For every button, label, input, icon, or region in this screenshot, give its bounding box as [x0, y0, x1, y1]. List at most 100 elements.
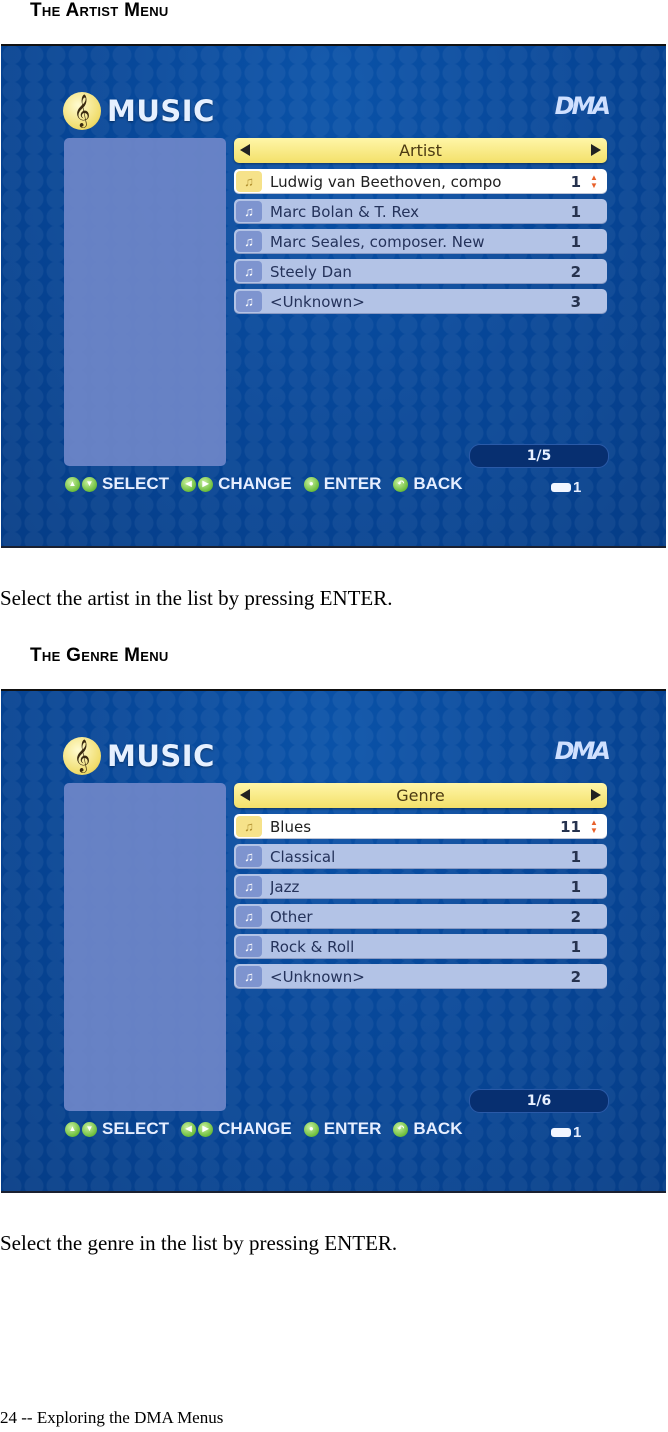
item-count: 2	[570, 967, 581, 986]
artist-menu-screenshot: 𝄞 MUSIC DMA Artist ♫ Ludwig van Beethoven…	[1, 44, 666, 548]
hint-select: SELECT	[102, 474, 170, 493]
item-count: 2	[570, 907, 581, 926]
app-title: MUSIC	[107, 94, 215, 128]
music-logo: 𝄞 MUSIC	[63, 92, 215, 130]
list-item[interactable]: ♫ Blues 11 ▲ ▼	[234, 814, 607, 839]
hint-back: BACK	[413, 1119, 463, 1138]
back-button-icon: ↶	[393, 476, 409, 492]
item-name: Marc Seales, composer. New	[270, 232, 485, 251]
list-item[interactable]: ♫ Rock & Roll 1	[234, 934, 607, 959]
list-item[interactable]: ♫ <Unknown> 2	[234, 964, 607, 989]
page-footer: 24 -- Exploring the DMA Menus	[0, 1408, 224, 1427]
hint-enter: ENTER	[323, 1119, 382, 1138]
enter-button-icon: ●	[303, 476, 319, 492]
item-name: Rock & Roll	[270, 937, 355, 956]
item-count: 1	[570, 232, 581, 251]
item-count: 2	[570, 262, 581, 281]
item-name: Ludwig van Beethoven, compo	[270, 172, 502, 191]
artist-list: ♫ Ludwig van Beethoven, compo 1 ▲ ▼ ♫ Marc Bol…	[234, 169, 607, 319]
list-item[interactable]: ♫ Other 2	[234, 904, 607, 929]
music-folder-icon: ♫	[236, 966, 262, 987]
item-name: Blues	[270, 817, 312, 836]
section-heading-artist: The Artist Menu	[30, 0, 169, 21]
item-name: Steely Dan	[270, 262, 352, 281]
list-item[interactable]: ♫ Ludwig van Beethoven, compo 1 ▲ ▼	[234, 169, 607, 194]
list-item[interactable]: ♫ Jazz 1	[234, 874, 607, 899]
right-arrow-icon[interactable]	[591, 789, 601, 801]
music-folder-icon: ♫	[236, 936, 262, 957]
page-indicator: 1/6	[469, 1089, 609, 1113]
item-name: Jazz	[270, 877, 300, 896]
item-count: 3	[570, 292, 581, 311]
up-button-icon: ▲	[65, 476, 80, 492]
item-count: 1	[570, 847, 581, 866]
music-folder-icon: ♫	[236, 906, 262, 927]
button-hints: ▲ ▼ SELECT ◀ ▶ CHANGE ● ENTER ↶ BACK	[65, 1119, 474, 1139]
brand-logo: DMA	[554, 92, 611, 120]
right-button-icon: ▶	[198, 476, 214, 492]
right-arrow-icon[interactable]	[591, 144, 601, 156]
back-button-icon: ↶	[393, 1121, 409, 1137]
disc-indicator: 1	[551, 1124, 581, 1141]
music-folder-icon: ♫	[236, 201, 262, 222]
list-item[interactable]: ♫ Steely Dan 2	[234, 259, 607, 284]
item-count: 11	[560, 817, 581, 836]
music-folder-icon: ♫	[236, 261, 262, 282]
item-count: 1	[570, 172, 581, 191]
up-down-arrows-icon: ▲ ▼	[590, 172, 598, 190]
music-folder-icon: ♫	[236, 231, 262, 252]
left-button-icon: ◀	[181, 476, 197, 492]
section-heading-genre: The Genre Menu	[30, 645, 169, 666]
disc-number: 1	[573, 1124, 582, 1141]
item-name: Other	[270, 907, 313, 926]
list-item[interactable]: ♫ Marc Bolan & T. Rex 1	[234, 199, 607, 224]
right-button-icon: ▶	[198, 1121, 214, 1137]
page-indicator: 1/5	[469, 444, 609, 468]
item-name: Marc Bolan & T. Rex	[270, 202, 420, 221]
music-folder-icon: ♫	[236, 171, 262, 192]
disc-indicator: 1	[551, 479, 581, 496]
music-folder-icon: ♫	[236, 876, 262, 897]
treble-clef-icon: 𝄞	[63, 92, 101, 130]
category-label: Genre	[396, 786, 445, 805]
category-label: Artist	[399, 141, 442, 160]
app-title: MUSIC	[107, 739, 215, 773]
music-folder-icon: ♫	[236, 846, 262, 867]
enter-button-icon: ●	[303, 1121, 319, 1137]
down-button-icon: ▼	[82, 476, 97, 492]
hint-change: CHANGE	[218, 1119, 292, 1138]
hint-enter: ENTER	[323, 474, 382, 493]
brand-logo: DMA	[554, 737, 611, 765]
left-button-icon: ◀	[181, 1121, 197, 1137]
preview-panel	[64, 783, 226, 1111]
music-folder-icon: ♫	[236, 291, 262, 312]
genre-caption: Select the genre in the list by pressing…	[0, 1231, 398, 1255]
hint-select: SELECT	[102, 1119, 170, 1138]
item-count: 1	[570, 877, 581, 896]
item-count: 1	[570, 937, 581, 956]
item-count: 1	[570, 202, 581, 221]
list-item[interactable]: ♫ Classical 1	[234, 844, 607, 869]
disc-icon	[551, 483, 571, 492]
list-item[interactable]: ♫ <Unknown> 3	[234, 289, 607, 314]
list-item[interactable]: ♫ Marc Seales, composer. New 1	[234, 229, 607, 254]
item-name: <Unknown>	[270, 967, 365, 986]
item-name: Classical	[270, 847, 336, 866]
button-hints: ▲ ▼ SELECT ◀ ▶ CHANGE ● ENTER ↶ BACK	[65, 474, 474, 494]
hint-back: BACK	[413, 474, 463, 493]
category-selector[interactable]: Genre	[234, 783, 607, 808]
preview-panel	[64, 138, 226, 466]
item-name: <Unknown>	[270, 292, 365, 311]
disc-icon	[551, 1128, 571, 1137]
genre-list: ♫ Blues 11 ▲ ▼ ♫ Classical 1 ♫ Jazz 1 ♫ Other 2 ♫ Rock …	[234, 814, 607, 994]
hint-change: CHANGE	[218, 474, 292, 493]
disc-number: 1	[573, 479, 582, 496]
genre-menu-screenshot: 𝄞 MUSIC DMA Genre ♫ Blues 11 ▲ ▼ ♫ Classical 1 ♫…	[1, 689, 666, 1193]
music-logo: 𝄞 MUSIC	[63, 737, 215, 775]
down-button-icon: ▼	[82, 1121, 97, 1137]
music-folder-icon: ♫	[236, 816, 262, 837]
category-selector[interactable]: Artist	[234, 138, 607, 163]
left-arrow-icon[interactable]	[240, 144, 250, 156]
left-arrow-icon[interactable]	[240, 789, 250, 801]
artist-caption: Select the artist in the list by pressin…	[0, 586, 393, 610]
